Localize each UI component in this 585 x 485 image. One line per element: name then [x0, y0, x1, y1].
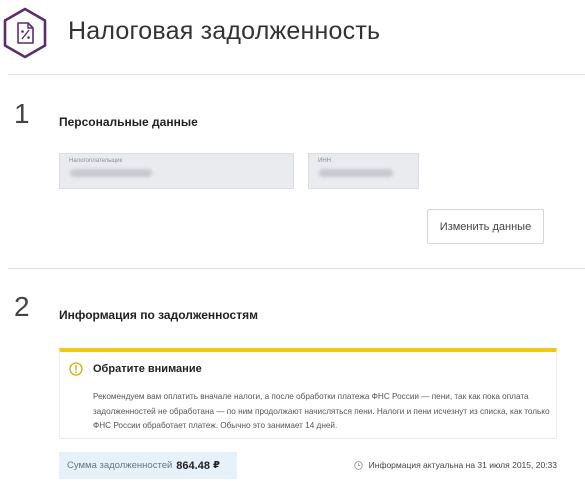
clock-icon	[353, 460, 363, 470]
debt-sum-box: Сумма задолженностей 864.48 ₽	[59, 452, 237, 479]
inn-field: ИНН	[308, 153, 419, 189]
inn-field-value-blurred	[319, 169, 393, 177]
debt-sum-value: 864.48	[176, 459, 210, 472]
info-updated: Информация актуальна на 31 июля 2015, 20…	[353, 460, 557, 470]
section-title-personal-data: Персональные данные	[59, 115, 198, 129]
inn-field-label: ИНН	[318, 158, 331, 164]
notice-text: Рекомендуем вам оплатить вначале налоги,…	[93, 392, 550, 430]
warning-circle-icon	[69, 362, 83, 376]
ruble-sign: ₽	[212, 460, 220, 471]
header-divider	[8, 74, 585, 75]
notice-box: Обратите внимание Рекомендуем вам оплати…	[59, 348, 557, 439]
step-number-1: 1	[14, 98, 30, 129]
change-data-button[interactable]: Изменить данные	[427, 209, 544, 244]
taxpayer-field: Налогоплательщик	[59, 153, 294, 189]
page-title: Налоговая задолженность	[68, 17, 381, 45]
debt-sum-label: Сумма задолженностей	[67, 460, 173, 471]
taxpayer-field-value-blurred	[70, 169, 152, 177]
section-divider	[8, 268, 585, 269]
tax-document-icon	[2, 7, 48, 59]
page-header: Налоговая задолженность	[0, 0, 585, 72]
step-number-2: 2	[14, 291, 30, 322]
info-updated-text: Информация актуальна на 31 июля 2015, 20…	[368, 460, 557, 470]
taxpayer-field-label: Налогоплательщик	[69, 158, 123, 164]
section-title-debt-info: Информация по задолженностям	[59, 308, 258, 322]
notice-title: Обратите внимание	[93, 363, 202, 375]
